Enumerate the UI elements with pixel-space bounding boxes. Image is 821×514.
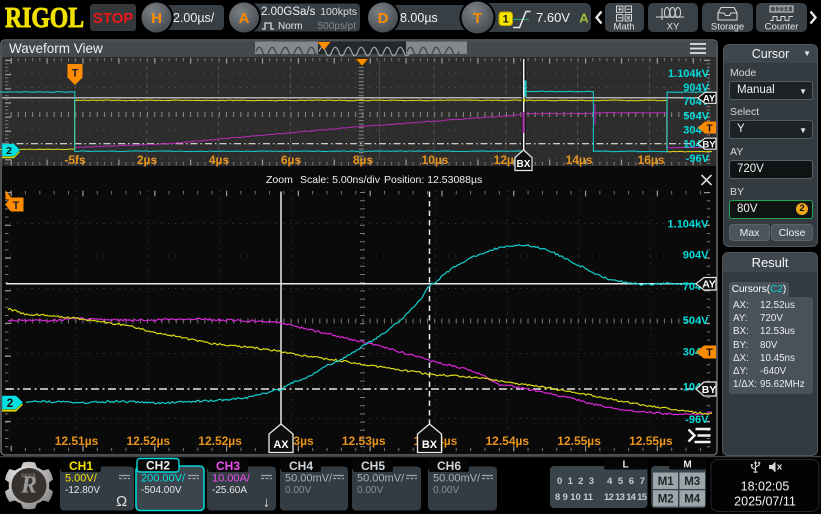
svg-text:CH3: CH3	[216, 459, 240, 473]
svg-text:Position: 12.53088µs: Position: 12.53088µs	[384, 174, 482, 186]
svg-text:1 2 3 4: 1 2 3 4	[774, 7, 790, 13]
svg-text:STOP: STOP	[93, 10, 134, 27]
svg-text:BX: BX	[517, 159, 531, 170]
svg-text:2.00µs/: 2.00µs/	[173, 11, 215, 25]
svg-text:500ps/pt: 500ps/pt	[318, 21, 357, 32]
svg-text:Waveform View: Waveform View	[9, 41, 103, 56]
svg-text:12.54µs: 12.54µs	[485, 434, 529, 448]
svg-text:AX: AX	[273, 439, 289, 451]
svg-text:↓: ↓	[263, 494, 270, 510]
svg-text:50.00mV/: 50.00mV/	[285, 473, 333, 485]
svg-text:1.104kV: 1.104kV	[668, 219, 710, 231]
svg-text:12.51µs: 12.51µs	[55, 434, 99, 448]
svg-text:BY: BY	[702, 384, 717, 396]
svg-text:Storage: Storage	[711, 22, 744, 33]
svg-text:12 13 14 15: 12 13 14 15	[604, 492, 648, 503]
svg-text:904V: 904V	[683, 250, 709, 262]
svg-text:12.52µs: 12.52µs	[198, 434, 242, 448]
svg-text:M: M	[683, 460, 691, 471]
svg-text:2µs: 2µs	[137, 153, 158, 167]
svg-text:50.00mV/: 50.00mV/	[357, 473, 405, 485]
svg-text:0.00V: 0.00V	[433, 485, 459, 496]
svg-text:-504.00V: -504.00V	[141, 485, 182, 496]
svg-text:504V: 504V	[683, 315, 709, 327]
svg-text:A: A	[239, 10, 250, 27]
svg-text:Norm: Norm	[278, 21, 302, 32]
svg-text:-12.80V: -12.80V	[65, 485, 100, 496]
svg-text:4µs: 4µs	[209, 153, 230, 167]
svg-text:504V: 504V	[683, 111, 709, 123]
svg-text:Math: Math	[613, 22, 634, 33]
svg-text:-5fs: -5fs	[64, 153, 86, 167]
svg-text:5.00V/: 5.00V/	[65, 473, 98, 485]
svg-text:BY: BY	[702, 139, 716, 150]
svg-text:-96V: -96V	[685, 414, 709, 426]
svg-text:14µs: 14µs	[566, 153, 593, 167]
svg-text:-96V: -96V	[686, 153, 710, 165]
svg-text:16µs: 16µs	[638, 153, 665, 167]
svg-text:XY: XY	[667, 22, 680, 33]
svg-text:T: T	[706, 347, 713, 359]
svg-text:Zoom: Zoom	[266, 174, 293, 186]
svg-text:7.60V: 7.60V	[536, 10, 570, 25]
svg-text:M4: M4	[684, 494, 701, 506]
svg-text:A: A	[579, 11, 589, 26]
svg-text:L: L	[622, 460, 628, 471]
svg-text:T: T	[706, 124, 712, 135]
svg-text:CH1: CH1	[69, 459, 93, 473]
svg-text:2: 2	[7, 396, 14, 410]
svg-text:12.53µs: 12.53µs	[342, 434, 386, 448]
svg-text:RIGOL: RIGOL	[21, 474, 37, 480]
svg-text:1.104kV: 1.104kV	[668, 68, 710, 80]
svg-text:CH4: CH4	[289, 459, 313, 473]
svg-text:1: 1	[503, 14, 509, 26]
svg-text:RIGOL: RIGOL	[5, 3, 84, 34]
svg-text:2: 2	[6, 145, 12, 157]
svg-text:CH5: CH5	[361, 459, 385, 473]
svg-text:Scale: 5.00ns/div: Scale: 5.00ns/div	[300, 174, 381, 186]
svg-text:T: T	[473, 10, 482, 27]
svg-text:8µs: 8µs	[353, 153, 374, 167]
svg-text:M1: M1	[658, 476, 675, 488]
svg-text:2025/07/11: 2025/07/11	[734, 495, 796, 509]
svg-text:BX: BX	[422, 439, 438, 451]
svg-text:200.00V/: 200.00V/	[141, 473, 186, 485]
svg-text:Counter: Counter	[765, 22, 799, 33]
svg-text:AY: AY	[702, 279, 716, 291]
svg-text:H: H	[151, 10, 162, 27]
svg-text:Ω: Ω	[116, 493, 127, 510]
svg-text:10.00A/: 10.00A/	[212, 473, 251, 485]
svg-text:-25.60A: -25.60A	[212, 485, 247, 496]
svg-text:12.52µs: 12.52µs	[126, 434, 170, 448]
svg-text:6µs: 6µs	[281, 153, 302, 167]
svg-text:2.00GSa/s: 2.00GSa/s	[261, 6, 316, 18]
svg-text:0.00V: 0.00V	[357, 485, 383, 496]
svg-text:T: T	[72, 68, 79, 80]
svg-text:100kpts: 100kpts	[320, 6, 357, 18]
svg-text:10µs: 10µs	[422, 153, 449, 167]
svg-text:18:02:05: 18:02:05	[741, 480, 790, 494]
svg-text:12.55µs: 12.55µs	[629, 434, 673, 448]
svg-text:8 9 10 11: 8 9 10 11	[555, 492, 594, 503]
svg-text:CH6: CH6	[437, 459, 461, 473]
svg-text:T: T	[13, 200, 20, 212]
svg-text:D: D	[378, 10, 389, 27]
svg-text:AY: AY	[703, 94, 716, 105]
svg-text:CH2: CH2	[146, 459, 170, 473]
svg-text:M2: M2	[658, 494, 674, 506]
svg-text:8.00µs: 8.00µs	[400, 11, 438, 25]
svg-text:0.00V: 0.00V	[285, 485, 311, 496]
svg-text:50.00mV/: 50.00mV/	[433, 473, 481, 485]
svg-text:12.55µs: 12.55µs	[557, 434, 601, 448]
svg-text:M3: M3	[684, 476, 700, 488]
